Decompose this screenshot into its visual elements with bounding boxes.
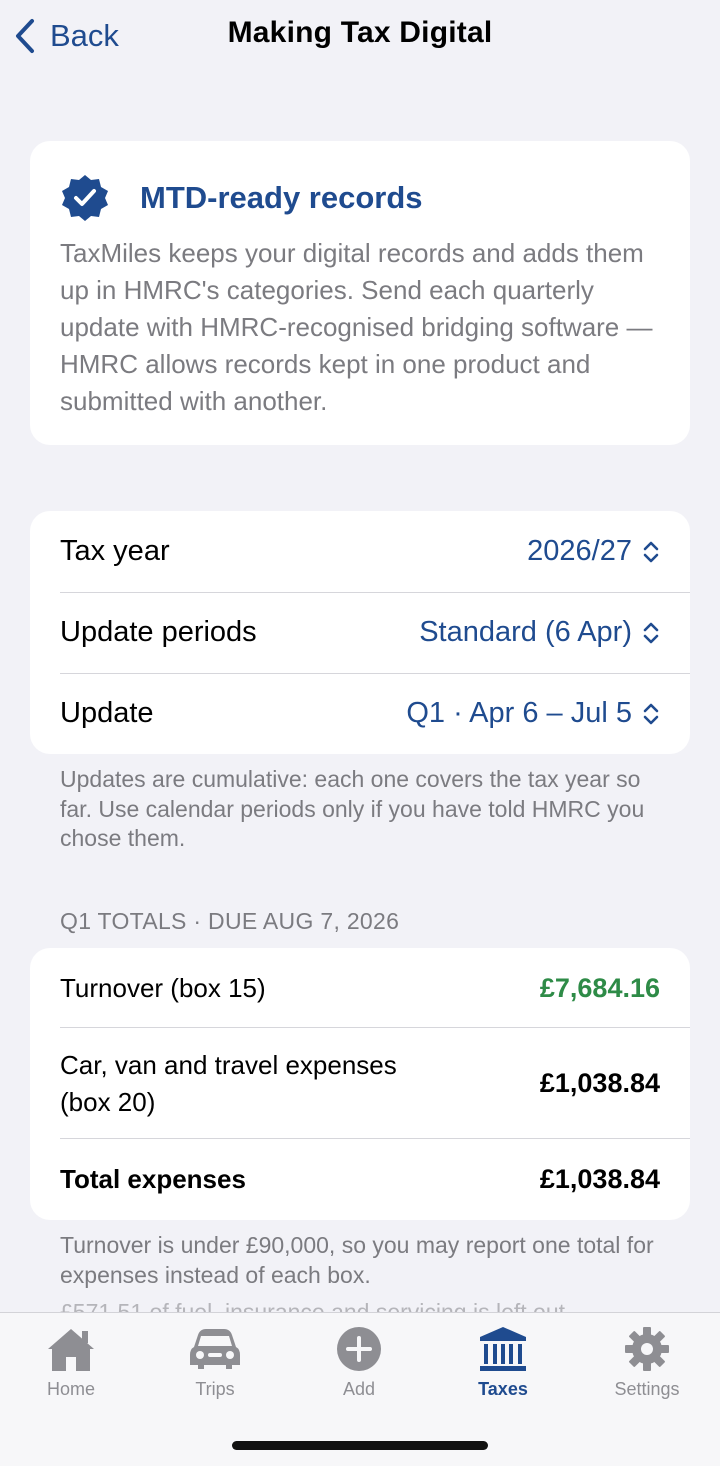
update-value: Q1 · Apr 6 – Jul 5: [406, 697, 632, 729]
tab-taxes[interactable]: Taxes: [443, 1325, 563, 1400]
settings-footnote: Updates are cumulative: each one covers …: [60, 766, 645, 851]
total-expenses-label: Total expenses: [60, 1164, 246, 1194]
info-card-title: MTD-ready records: [140, 180, 423, 215]
gear-icon: [625, 1327, 669, 1371]
update-periods-value: Standard (6 Apr): [419, 616, 632, 648]
totals-section-header: Q1 TOTALS · DUE AUG 7, 2026: [60, 908, 400, 934]
tab-home-label: Home: [46, 1379, 95, 1399]
travel-expenses-value: £1,038.84: [539, 1068, 660, 1098]
info-card-description: TaxMiles keeps your digital records and …: [60, 238, 653, 416]
turnover-label: Turnover (box 15): [60, 972, 266, 1003]
totals-footnote: Turnover is under £90,000, so you may re…: [60, 1232, 654, 1288]
house-icon: [48, 1329, 94, 1371]
travel-expenses-label: Car, van and travel expenses (box 20): [60, 1049, 397, 1117]
home-indicator[interactable]: [232, 1441, 488, 1450]
chevron-up-down-icon: [643, 703, 659, 724]
turnover-row: Turnover (box 15) £7,684.16: [30, 948, 690, 1028]
update-settings-card: Tax year 2026/27 Update periods Standard…: [30, 511, 690, 754]
verified-badge-icon: [62, 175, 108, 221]
tab-add[interactable]: Add: [299, 1325, 419, 1400]
total-expenses-row: Total expenses £1,038.84: [30, 1139, 690, 1220]
tab-trips[interactable]: Trips: [155, 1325, 275, 1400]
page-title: Making Tax Digital: [227, 16, 493, 49]
tab-taxes-label: Taxes: [478, 1379, 528, 1399]
plus-circle-icon: [337, 1327, 381, 1371]
info-card-header: MTD-ready records: [60, 173, 423, 223]
update-periods-picker[interactable]: Standard (6 Apr): [419, 616, 660, 649]
tab-trips-label: Trips: [195, 1379, 235, 1399]
travel-expenses-row: Car, van and travel expenses (box 20) £1…: [30, 1028, 690, 1139]
tax-year-row[interactable]: Tax year 2026/27: [30, 511, 690, 592]
chevron-up-down-icon: [643, 622, 659, 643]
partial-note: £571.51 of fuel, insurance and servicing…: [60, 1299, 566, 1312]
navigation-bar: Back Making Tax Digital: [0, 0, 720, 72]
update-picker[interactable]: Q1 · Apr 6 – Jul 5: [406, 697, 660, 730]
turnover-value: £7,684.16: [539, 972, 660, 1003]
bank-building-icon: [480, 1327, 526, 1371]
tab-settings[interactable]: Settings: [587, 1325, 707, 1400]
tax-year-label: Tax year: [60, 535, 170, 567]
totals-card: Turnover (box 15) £7,684.16 Car, van and…: [30, 948, 690, 1220]
chevron-up-down-icon: [643, 541, 659, 562]
tax-year-picker[interactable]: 2026/27: [527, 535, 660, 568]
tab-settings-label: Settings: [614, 1379, 680, 1399]
car-icon: [190, 1329, 240, 1369]
update-periods-row[interactable]: Update periods Standard (6 Apr): [30, 592, 690, 673]
mtd-info-card: MTD-ready records TaxMiles keeps your di…: [30, 141, 690, 445]
update-row[interactable]: Update Q1 · Apr 6 – Jul 5: [30, 673, 690, 754]
update-periods-label: Update periods: [60, 616, 257, 648]
tab-add-label: Add: [342, 1379, 376, 1399]
update-label: Update: [60, 697, 154, 729]
tax-year-value: 2026/27: [527, 535, 632, 567]
total-expenses-value: £1,038.84: [539, 1164, 660, 1194]
tab-home[interactable]: Home: [11, 1325, 131, 1400]
